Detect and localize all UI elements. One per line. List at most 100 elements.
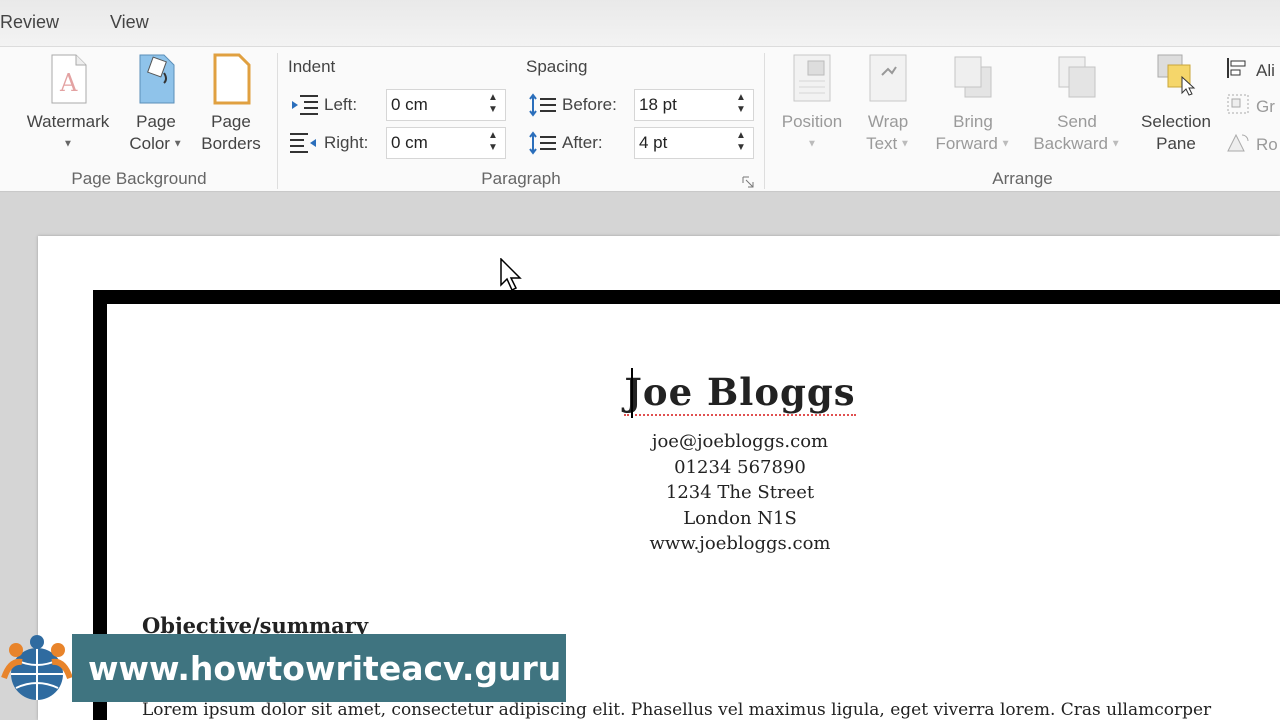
indent-left-value: 0 cm (391, 95, 428, 114)
website-banner: www.howtowriteacv.guru (72, 634, 566, 702)
group-objects-label: Gr (1256, 96, 1275, 116)
spacing-before-value: 18 pt (639, 95, 677, 114)
indent-right-spinner[interactable]: ▲ ▼ (487, 130, 499, 156)
wrap-text-label-2: Text (866, 134, 898, 153)
cv-body-text[interactable]: Lorem ipsum dolor sit amet, consectetur … (142, 700, 1280, 720)
spacing-after-icon (528, 131, 556, 155)
spin-down-icon[interactable]: ▼ (735, 142, 747, 154)
rotate-button[interactable]: Ro (1226, 131, 1278, 158)
spin-down-icon[interactable]: ▼ (735, 104, 747, 116)
cv-name[interactable]: Joe Bloggs (540, 370, 940, 416)
indent-left-icon (290, 93, 318, 117)
cv-city: London N1S (683, 507, 797, 529)
position-button[interactable]: Position ▼ (771, 53, 853, 156)
group-objects-button[interactable]: Gr (1226, 93, 1275, 120)
spacing-before-spinner[interactable]: ▲ ▼ (735, 92, 747, 118)
indent-left-input[interactable]: 0 cm ▲ ▼ (386, 89, 506, 121)
indent-heading: Indent (288, 57, 336, 76)
group-paragraph: Indent Left: 0 cm ▲ ▼ Right: 0 cm ▲ ▼ Spac… (278, 47, 764, 193)
align-label: Ali (1256, 60, 1275, 80)
group-label-page-background: Page Background (71, 169, 207, 188)
spacing-heading: Spacing (526, 57, 588, 76)
wrap-text-icon (866, 53, 910, 105)
watermark-button[interactable]: A Watermark ▼ (14, 53, 122, 156)
spin-down-icon[interactable]: ▼ (487, 142, 499, 154)
cv-phone: 01234 567890 (674, 456, 806, 478)
group-objects-icon (1226, 93, 1250, 120)
tab-view[interactable]: View (110, 12, 149, 33)
align-button[interactable]: Ali (1226, 57, 1275, 84)
chevron-down-icon: ▼ (897, 138, 910, 150)
chevron-down-icon: ▼ (169, 138, 183, 150)
spacing-after-row: After: (528, 127, 603, 159)
cv-email: joe@joebloggs.com (651, 431, 829, 452)
watermark-label: Watermark (26, 112, 110, 131)
group-label-arrange: Arrange (992, 169, 1053, 188)
cv-name-text: Joe Bloggs (624, 370, 856, 416)
spin-up-icon[interactable]: ▲ (735, 92, 747, 104)
selection-pane-label-1: Selection (1141, 112, 1211, 131)
spacing-after-label: After: (562, 133, 603, 152)
globe-people-logo-icon (0, 634, 74, 706)
spacing-before-input[interactable]: 18 pt ▲ ▼ (634, 89, 754, 121)
chevron-down-icon: ▼ (997, 138, 1011, 150)
indent-right-value: 0 cm (391, 133, 428, 152)
chevron-down-icon: ▼ (63, 138, 73, 150)
cv-street: 1234 The Street (665, 482, 815, 503)
chevron-down-icon: ▼ (807, 138, 817, 150)
bring-forward-button[interactable]: Bring Forward ▼ (923, 53, 1023, 156)
page-borders-label-1: Page (211, 112, 251, 131)
cv-website: www.joebloggs.com (649, 533, 831, 554)
group-page-background: A Watermark ▼ Page Color ▼ Page Borders … (0, 47, 278, 193)
send-backward-icon (1055, 53, 1099, 105)
wrap-text-button[interactable]: Wrap Text ▼ (853, 53, 923, 156)
indent-right-input[interactable]: 0 cm ▲ ▼ (386, 127, 506, 159)
mouse-pointer-icon (500, 257, 524, 292)
text-cursor (631, 368, 633, 418)
spacing-before-label: Before: (562, 95, 617, 114)
send-backward-label-1: Send (1057, 112, 1097, 131)
send-backward-button[interactable]: Send Backward ▼ (1027, 53, 1127, 156)
indent-right-icon (290, 131, 318, 155)
page-borders-icon (209, 53, 253, 105)
indent-right-label: Right: (324, 133, 369, 152)
spacing-before-icon (528, 93, 556, 117)
bring-forward-label-1: Bring (953, 112, 993, 131)
chevron-down-icon: ▼ (1107, 138, 1121, 150)
paint-bucket-icon (134, 53, 178, 105)
spin-up-icon[interactable]: ▲ (735, 130, 747, 142)
svg-text:A: A (59, 69, 78, 97)
group-arrange: Position ▼ Wrap Text ▼ Bring Forward ▼ S… (765, 47, 1280, 193)
page-color-label-1: Page (136, 112, 176, 131)
selection-pane-button[interactable]: Selection Pane (1131, 53, 1221, 155)
cv-contact-block[interactable]: joe@joebloggs.com 01234 567890 1234 The … (540, 429, 940, 557)
page-color-label-2: Color (129, 134, 170, 153)
page-borders-label-2: Borders (201, 134, 261, 153)
banner-text: www.howtowriteacv.guru (88, 648, 562, 688)
spacing-after-value: 4 pt (639, 133, 668, 152)
indent-left-label: Left: (324, 95, 358, 114)
rotate-icon (1226, 131, 1250, 158)
tab-review[interactable]: Review (0, 12, 59, 33)
spin-up-icon[interactable]: ▲ (487, 130, 499, 142)
rotate-label: Ro (1256, 134, 1278, 154)
position-label: Position (781, 112, 843, 131)
bring-forward-label-2: Forward (935, 134, 998, 153)
wrap-text-label-1: Wrap (867, 112, 909, 131)
page-borders-button[interactable]: Page Borders (194, 53, 268, 155)
align-icon (1226, 57, 1250, 84)
ribbon-tab-bar: Review View (0, 0, 1280, 46)
selection-pane-label-2: Pane (1156, 134, 1196, 153)
ribbon: A Watermark ▼ Page Color ▼ Page Borders … (0, 46, 1280, 192)
dialog-launcher-icon[interactable] (742, 175, 754, 188)
indent-right-row: Right: (290, 127, 368, 159)
send-backward-label-2: Backward (1033, 134, 1108, 153)
indent-left-spinner[interactable]: ▲ ▼ (487, 92, 499, 118)
page-color-button[interactable]: Page Color ▼ (120, 53, 192, 156)
spacing-before-row: Before: (528, 89, 617, 121)
spacing-after-spinner[interactable]: ▲ ▼ (735, 130, 747, 156)
spin-up-icon[interactable]: ▲ (487, 92, 499, 104)
spin-down-icon[interactable]: ▼ (487, 104, 499, 116)
spacing-after-input[interactable]: 4 pt ▲ ▼ (634, 127, 754, 159)
watermark-icon: A (46, 53, 90, 105)
